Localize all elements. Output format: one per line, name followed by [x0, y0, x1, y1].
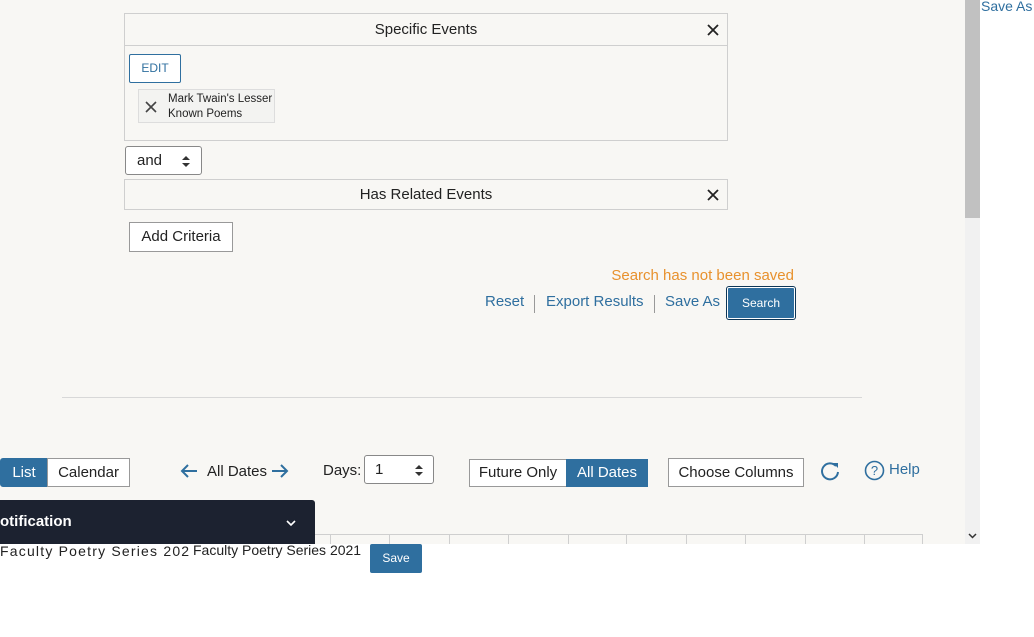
chip-label-line1: Mark Twain's Lesser — [168, 93, 273, 105]
results-grid-header — [270, 534, 923, 544]
help-label: Help — [889, 461, 920, 478]
view-toggle: List Calendar — [0, 458, 130, 487]
chevron-down-icon[interactable] — [285, 518, 297, 528]
action-divider — [534, 295, 535, 313]
export-results-link[interactable]: Export Results — [546, 293, 644, 310]
close-icon[interactable] — [706, 23, 720, 37]
date-range-label: All Dates — [207, 463, 268, 480]
scroll-down-arrow-icon[interactable] — [968, 531, 977, 540]
related-events-panel: Has Related Events — [124, 179, 728, 210]
vertical-scrollbar[interactable] — [965, 0, 980, 544]
list-view-button[interactable]: List — [0, 458, 48, 487]
save-as-link[interactable]: Save As — [665, 293, 720, 310]
add-criteria-button[interactable]: Add Criteria — [129, 222, 233, 252]
days-label: Days: — [323, 462, 362, 479]
save-as-top-link[interactable]: Save As — [981, 0, 1032, 14]
selected-event-chip: Mark Twain's Lesser Known Poems — [138, 89, 275, 123]
reset-link[interactable]: Reset — [485, 293, 524, 310]
conjunction-value: and — [137, 152, 163, 169]
select-arrows-icon — [182, 156, 190, 167]
select-arrows-icon — [415, 465, 423, 476]
refresh-icon[interactable] — [819, 460, 841, 482]
remove-chip-icon[interactable] — [144, 100, 158, 114]
bottom-save-button[interactable]: Save — [370, 544, 422, 573]
days-value: 1 — [375, 461, 384, 478]
related-events-title: Has Related Events — [359, 186, 493, 203]
bottom-series-text: Faculty Poetry Series 2021 — [193, 542, 362, 558]
section-divider — [62, 397, 862, 398]
all-dates-button[interactable]: All Dates — [566, 459, 648, 487]
specific-events-panel: Specific Events EDIT Mark Twain's Lesser… — [124, 13, 728, 141]
action-divider — [654, 295, 655, 313]
close-icon[interactable] — [706, 188, 720, 202]
scrollbar-thumb[interactable] — [965, 0, 980, 218]
arrow-right-icon[interactable] — [270, 463, 290, 479]
specific-events-title: Specific Events — [125, 14, 727, 46]
chip-label-line2: Known Poems — [168, 108, 243, 120]
future-only-button[interactable]: Future Only — [469, 459, 567, 487]
arrow-left-icon[interactable] — [179, 463, 199, 479]
calendar-view-button[interactable]: Calendar — [47, 458, 130, 487]
days-select[interactable]: 1 — [364, 455, 434, 484]
notification-title: otification — [0, 513, 72, 530]
help-icon: ? — [864, 460, 885, 481]
notification-bar[interactable]: otification — [0, 500, 315, 544]
search-status-text: Search has not been saved — [611, 267, 794, 284]
bottom-garbled-text: Faculty Poetry Series 202 — [0, 543, 191, 559]
date-filter-toggle: Future Only All Dates — [469, 459, 648, 487]
edit-button[interactable]: EDIT — [129, 54, 181, 83]
search-canvas: Specific Events EDIT Mark Twain's Lesser… — [0, 0, 965, 544]
svg-text:?: ? — [871, 463, 878, 478]
conjunction-select[interactable]: and — [125, 146, 202, 175]
search-button[interactable]: Search — [727, 287, 795, 319]
choose-columns-button[interactable]: Choose Columns — [668, 458, 804, 487]
